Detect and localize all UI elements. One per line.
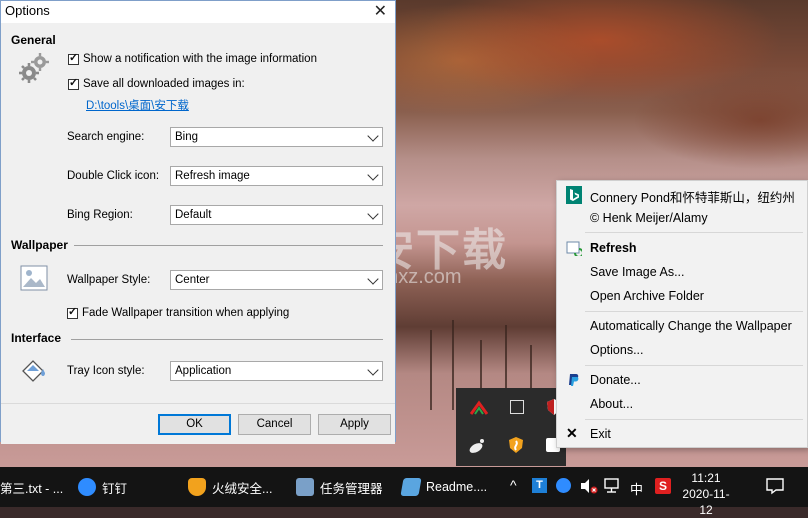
dingtalk-tray-icon[interactable]	[556, 478, 571, 493]
paint-bucket-icon	[22, 360, 45, 382]
menu-separator	[585, 232, 803, 233]
dialog-titlebar: Options ✕	[1, 1, 395, 23]
show-hidden-icons-chevron-icon[interactable]: ^	[510, 477, 517, 493]
t-tray-icon[interactable]: T	[532, 478, 547, 493]
reed	[452, 320, 454, 410]
search-engine-label: Search engine:	[67, 131, 145, 143]
wallpaper-heading: Wallpaper	[11, 238, 68, 252]
tray-icon-style-value: Application	[175, 365, 232, 377]
menu-auto-change-wallpaper[interactable]: Automatically Change the Wallpaper	[590, 319, 792, 333]
checkbox-checked[interactable]	[67, 305, 78, 319]
taskbar-item-notepad[interactable]: 第三.txt - ...	[0, 467, 63, 507]
taskbar-item-readme[interactable]: Readme....	[400, 467, 488, 507]
square-tray-icon[interactable]	[510, 400, 524, 414]
general-heading: General	[11, 33, 56, 47]
sogou-input-icon[interactable]: S	[655, 478, 671, 494]
bing-region-select[interactable]: Default	[170, 205, 383, 225]
options-dialog: Options ✕ General Show a notification wi…	[0, 0, 396, 444]
menu-refresh[interactable]: Refresh	[590, 241, 637, 255]
huorong-icon	[188, 478, 206, 496]
taskbar-item-task-manager[interactable]: 任务管理器	[296, 467, 383, 507]
task-manager-icon	[296, 478, 314, 496]
network-icon[interactable]	[604, 478, 622, 494]
search-engine-value: Bing	[175, 131, 199, 143]
close-icon[interactable]: ✕	[374, 1, 387, 21]
taskbar-item-label: Readme....	[426, 480, 488, 494]
show-notification-label: Show a notification with the image infor…	[83, 53, 317, 65]
clock[interactable]: 11:21 2020-11-12	[678, 470, 734, 518]
apply-button[interactable]: Apply	[318, 414, 391, 435]
bing-icon	[566, 186, 582, 204]
wallpaper-style-select[interactable]: Center	[170, 270, 383, 290]
bing-region-value: Default	[175, 209, 212, 221]
menu-donate[interactable]: Donate...	[590, 373, 641, 387]
satellite-tray-icon[interactable]	[468, 438, 486, 454]
checkbox-checked[interactable]	[68, 51, 79, 65]
ok-button[interactable]: OK	[158, 414, 231, 435]
taskbar: 第三.txt - ... 钉钉 火绒安全... 任务管理器 Readme....…	[0, 467, 808, 517]
bing-region-label: Bing Region:	[67, 209, 133, 221]
cancel-button[interactable]: Cancel	[238, 414, 311, 435]
save-images-checkbox[interactable]: Save all downloaded images in:	[68, 76, 245, 90]
reed	[430, 330, 432, 410]
taskbar-item-label: 第三.txt - ...	[0, 481, 64, 496]
wallpaper-style-value: Center	[175, 274, 210, 286]
section-divider	[71, 339, 383, 340]
chevron-down-icon	[367, 364, 379, 376]
wallpaper-image-icon	[20, 265, 48, 291]
refresh-icon	[566, 241, 582, 256]
menu-options[interactable]: Options...	[590, 343, 644, 357]
tray-icon-style-select[interactable]: Application	[170, 361, 383, 381]
ime-indicator[interactable]: 中	[630, 479, 643, 498]
dialog-title: Options	[5, 3, 50, 18]
chevron-down-icon	[367, 130, 379, 142]
paypal-icon	[569, 374, 579, 386]
arrows-tray-icon[interactable]	[470, 400, 488, 416]
tray-context-menu: Connery Pond和怀特菲斯山，纽约州 © Henk Meijer/Ala…	[556, 180, 808, 448]
taskbar-item-label: 钉钉	[102, 481, 128, 496]
chevron-down-icon	[367, 169, 379, 181]
wallpaper-style-label: Wallpaper Style:	[67, 274, 151, 286]
save-images-label: Save all downloaded images in:	[83, 78, 245, 90]
menu-image-title[interactable]: Connery Pond和怀特菲斯山，纽约州	[590, 187, 795, 206]
dingtalk-icon	[78, 478, 96, 496]
tray-icon-style-label: Tray Icon style:	[67, 365, 145, 377]
clock-time: 11:21	[691, 471, 721, 485]
checkbox-checked[interactable]	[68, 76, 79, 90]
notification-center-icon[interactable]	[765, 477, 785, 495]
tray-overflow-flyout	[456, 388, 566, 466]
menu-copyright[interactable]: © Henk Meijer/Alamy	[590, 211, 708, 225]
section-divider	[74, 245, 383, 246]
interface-heading: Interface	[11, 331, 62, 345]
clock-date: 2020-11-12	[682, 487, 730, 517]
menu-save-image-as[interactable]: Save Image As...	[590, 265, 685, 279]
show-notification-checkbox[interactable]: Show a notification with the image infor…	[68, 51, 317, 65]
gears-icon	[19, 53, 49, 83]
close-icon: ✕	[566, 425, 578, 441]
menu-about[interactable]: About...	[590, 397, 633, 411]
taskbar-item-label: 任务管理器	[320, 481, 383, 496]
taskbar-item-label: 火绒安全...	[212, 481, 273, 496]
double-click-select[interactable]: Refresh image	[170, 166, 383, 186]
search-engine-select[interactable]: Bing	[170, 127, 383, 147]
volume-muted-icon[interactable]	[580, 478, 598, 494]
double-click-label: Double Click icon:	[67, 170, 160, 182]
menu-separator	[585, 311, 803, 312]
menu-separator	[585, 365, 803, 366]
huorong-tray-icon[interactable]	[508, 436, 524, 454]
taskbar-item-huorong[interactable]: 火绒安全...	[188, 467, 272, 507]
chevron-down-icon	[367, 273, 379, 285]
fade-transition-label: Fade Wallpaper transition when applying	[82, 307, 290, 319]
double-click-value: Refresh image	[175, 170, 250, 182]
fade-transition-checkbox[interactable]: Fade Wallpaper transition when applying	[67, 305, 290, 319]
chevron-down-icon	[367, 208, 379, 220]
taskbar-item-dingtalk[interactable]: 钉钉	[78, 467, 127, 507]
menu-open-archive-folder[interactable]: Open Archive Folder	[590, 289, 704, 303]
menu-exit[interactable]: Exit	[590, 427, 611, 441]
save-path-link[interactable]: D:\tools\桌面\安下载	[86, 97, 189, 113]
notepad-icon	[400, 478, 422, 496]
menu-separator	[585, 419, 803, 420]
